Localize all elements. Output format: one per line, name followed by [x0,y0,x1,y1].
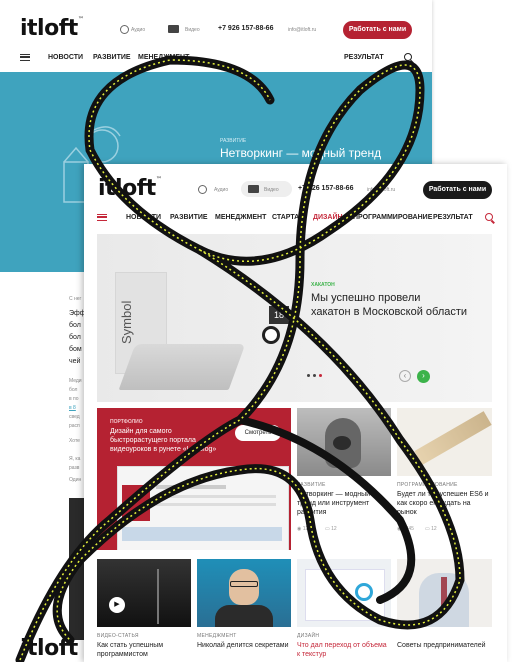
scribble-overlay [15,55,465,662]
scribble-stroke [52,245,465,645]
scribble-stroke [15,55,425,662]
scribble-highlight [19,59,421,661]
